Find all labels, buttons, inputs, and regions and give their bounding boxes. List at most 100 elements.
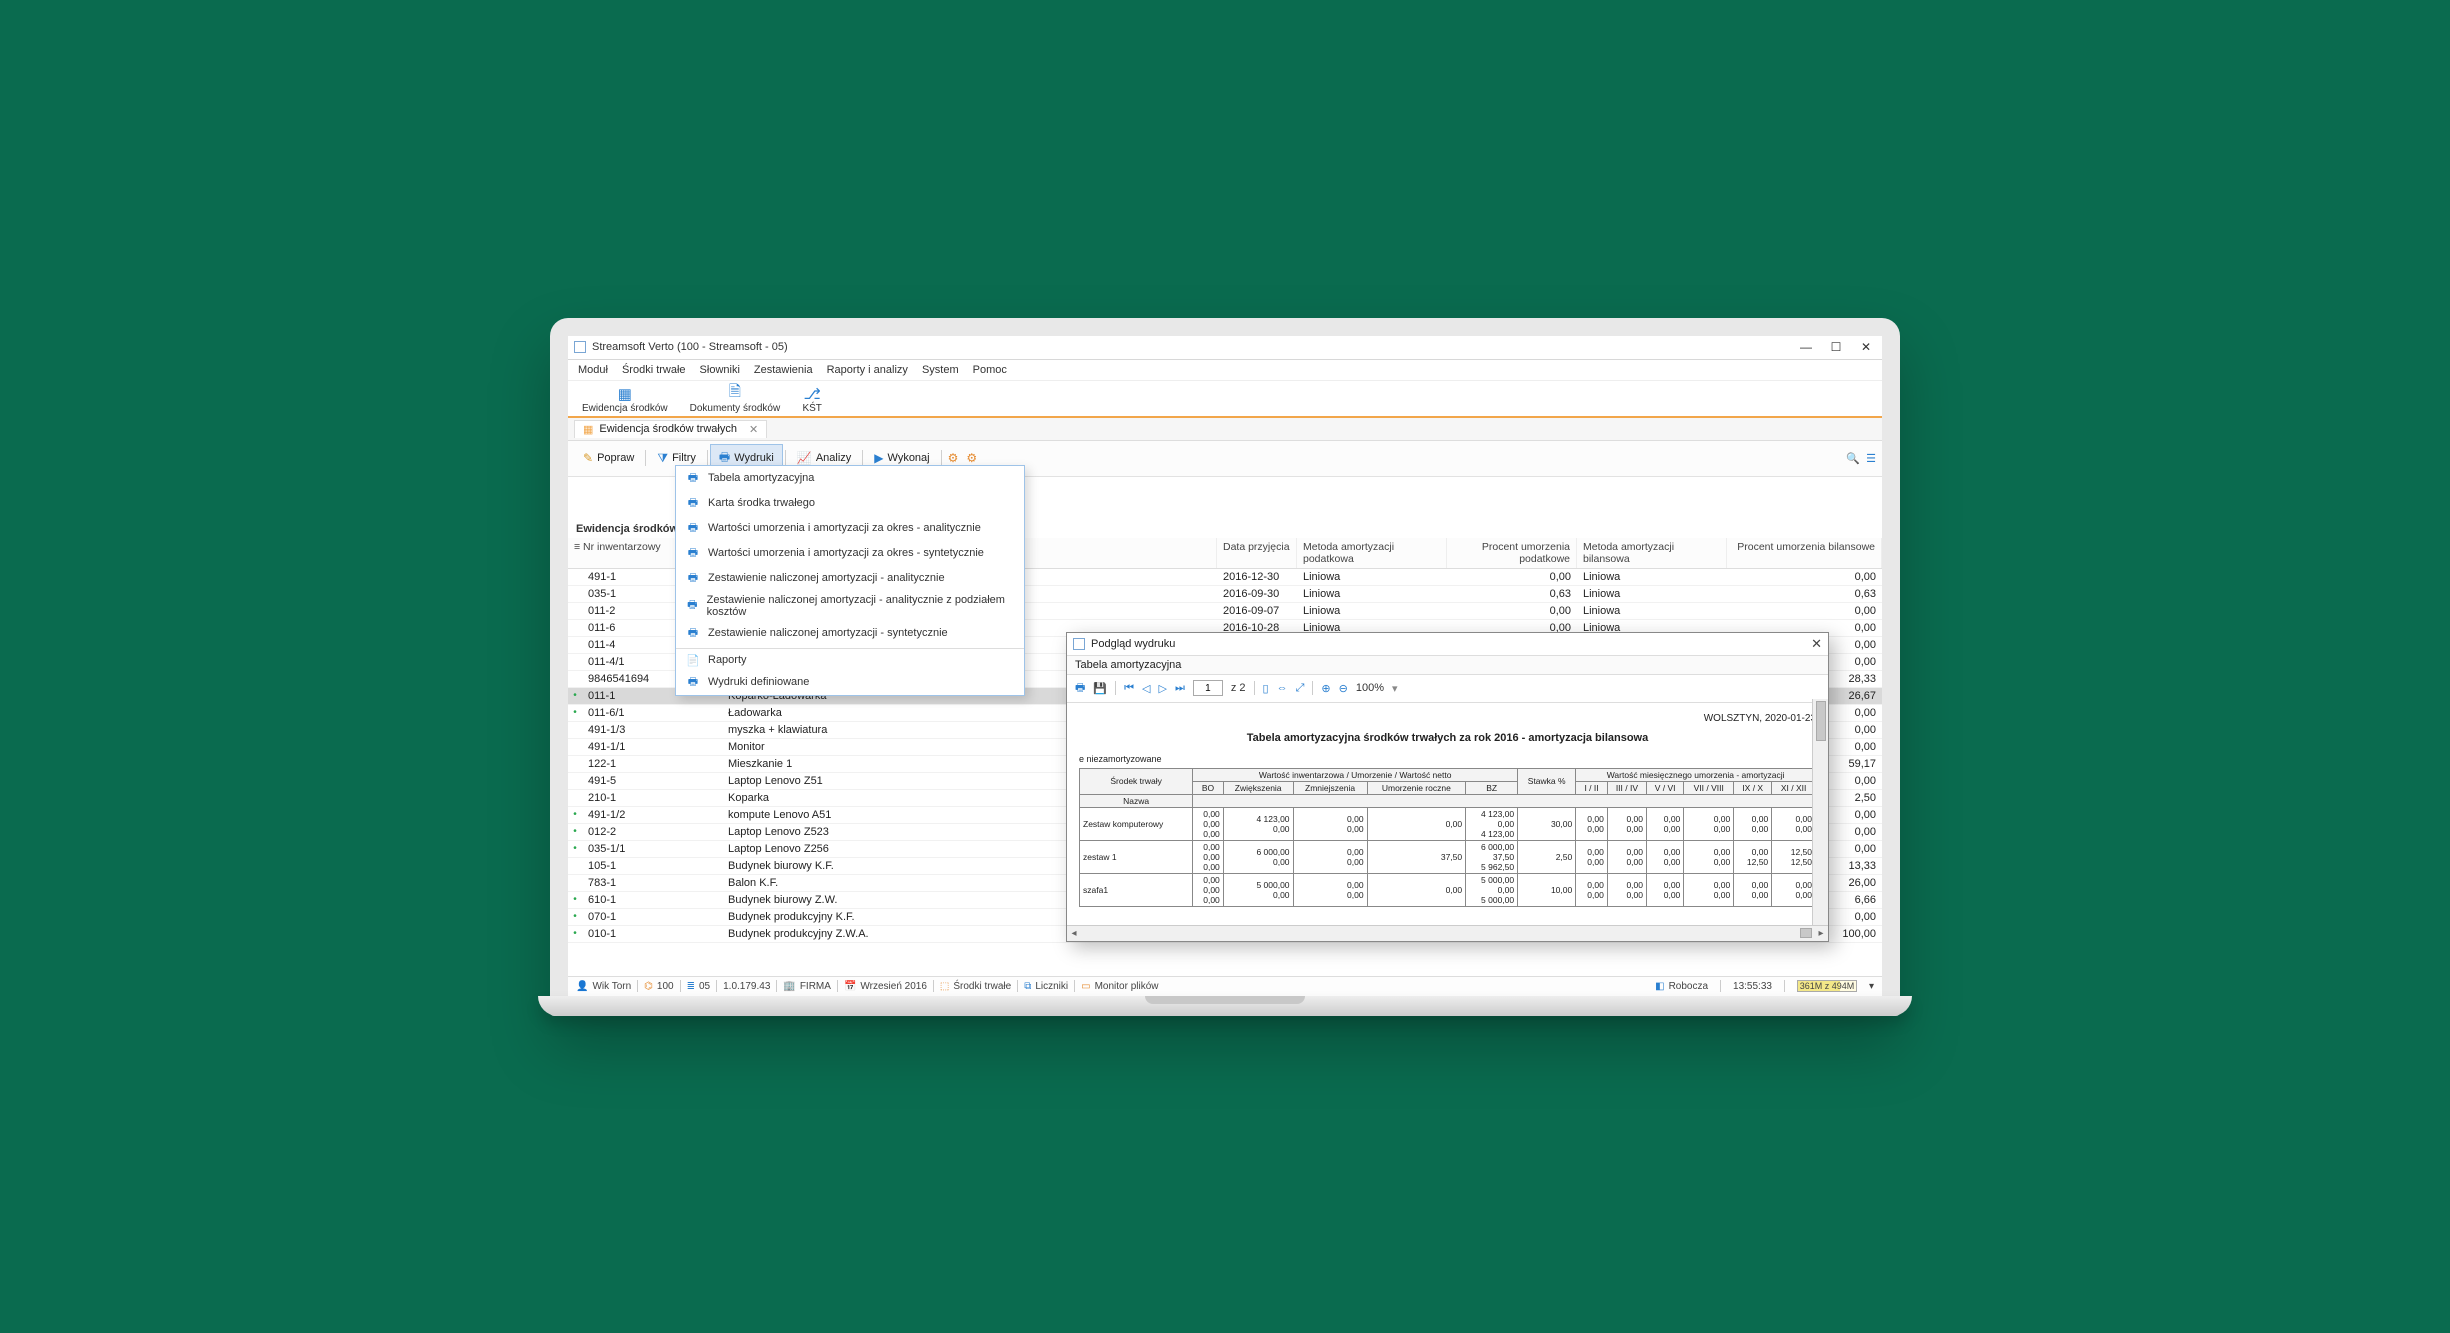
- ribbon-ewidencja[interactable]: ▦ Ewidencja środków: [576, 385, 674, 414]
- preview-title: Podgląd wydruku: [1091, 638, 1811, 650]
- menu-srodki[interactable]: Środki trwałe: [622, 364, 686, 376]
- zoom-chevron-icon[interactable]: ▾: [1392, 682, 1398, 695]
- printer-icon: 🖶: [686, 544, 700, 563]
- building-icon: 🏢: [783, 981, 795, 992]
- menubar[interactable]: Moduł Środki trwałe Słowniki Zestawienia…: [568, 360, 1882, 381]
- cell-inventory: 783-1: [582, 877, 722, 889]
- close-button[interactable]: ✕: [1860, 341, 1872, 353]
- menu-modul[interactable]: Moduł: [578, 364, 608, 376]
- col-perc-tax[interactable]: Procent umorzenia podatkowe: [1447, 538, 1577, 568]
- cell-date: 2016-12-30: [1217, 571, 1297, 583]
- tool-icon-a[interactable]: ⚙: [948, 451, 959, 465]
- col-method-tax[interactable]: Metoda amortyzacji podatkowa: [1297, 538, 1447, 568]
- first-page-icon[interactable]: ⏮: [1124, 682, 1134, 695]
- dd-zestawienie-analitycznie[interactable]: 🖶Zestawienie naliczonej amortyzacji - an…: [676, 566, 1024, 591]
- cell-method-bal: Liniowa: [1577, 605, 1727, 617]
- tab-close-icon[interactable]: ✕: [749, 423, 758, 436]
- preview-close-button[interactable]: ✕: [1811, 636, 1822, 652]
- mode-icon: ◧: [1655, 981, 1664, 992]
- search-icon[interactable]: 🔍: [1846, 452, 1860, 465]
- menu-slowniki[interactable]: Słowniki: [700, 364, 740, 376]
- printer-icon: 🖶: [686, 569, 700, 588]
- page-input[interactable]: [1193, 680, 1223, 696]
- funnel-icon: ⧩: [657, 451, 668, 466]
- last-page-icon[interactable]: ⏭: [1175, 682, 1185, 695]
- preview-page: WOLSZTYN, 2020-01-23 Tabela amortyzacyjn…: [1067, 703, 1828, 925]
- scroll-right-icon[interactable]: ▸: [1814, 928, 1828, 939]
- zoom-out-icon[interactable]: ⊖: [1339, 682, 1348, 695]
- collapse-icon[interactable]: ▾: [1869, 981, 1874, 992]
- dd-tabela-amortyzacyjna[interactable]: 🖶Tabela amortyzacyjna: [676, 466, 1024, 491]
- dd-zestawienie-analitycznie-podzial[interactable]: 🖶Zestawienie naliczonej amortyzacji - an…: [676, 591, 1024, 621]
- preview-vscroll[interactable]: [1812, 699, 1828, 925]
- counter-icon: ⧉: [1024, 981, 1031, 992]
- list-icon[interactable]: ☰: [1866, 452, 1876, 465]
- fit-width-icon[interactable]: ⇔: [1277, 682, 1288, 694]
- tab-ewidencja[interactable]: ▦ Ewidencja środków trwałych ✕: [574, 420, 767, 438]
- cell-inventory: 010-1: [582, 928, 722, 940]
- menu-raporty[interactable]: Raporty i analizy: [827, 364, 908, 376]
- dd-zestawienie-syntetycznie[interactable]: 🖶Zestawienie naliczonej amortyzacji - sy…: [676, 621, 1024, 646]
- cell-inventory: 610-1: [582, 894, 722, 906]
- laptop-base: [538, 996, 1912, 1016]
- ribbon-kst[interactable]: ⎇ KŚT: [796, 385, 828, 414]
- fit-page-icon[interactable]: ⤢: [1296, 682, 1305, 695]
- cell-perc-bal: 0,00: [1727, 571, 1882, 583]
- save-icon[interactable]: 💾: [1093, 682, 1107, 695]
- tool-icon-b[interactable]: ⚙: [966, 451, 977, 465]
- col-method-bal[interactable]: Metoda amortyzacji bilansowa: [1577, 538, 1727, 568]
- menu-pomoc[interactable]: Pomoc: [973, 364, 1007, 376]
- report-table: Środek trwały Wartość inwentarzowa / Umo…: [1079, 768, 1816, 907]
- tab-icon: ▦: [583, 423, 593, 436]
- popraw-button[interactable]: ✎ Popraw: [574, 447, 643, 469]
- cell-method-bal: Liniowa: [1577, 588, 1727, 600]
- prev-page-icon[interactable]: ◁: [1142, 682, 1150, 695]
- printer-icon: 🖶: [686, 469, 700, 488]
- dd-wartosci-syntetycznie[interactable]: 🖶Wartości umorzenia i amortyzacji za okr…: [676, 541, 1024, 566]
- maximize-button[interactable]: ☐: [1830, 341, 1842, 353]
- menu-system[interactable]: System: [922, 364, 959, 376]
- cell-method-tax: Liniowa: [1297, 605, 1447, 617]
- titlebar: Streamsoft Verto (100 - Streamsoft - 05)…: [568, 336, 1882, 360]
- next-page-icon[interactable]: ▷: [1158, 682, 1166, 695]
- cell-inventory: 491-1/2: [582, 809, 722, 821]
- cell-perc-tax: 0,63: [1447, 588, 1577, 600]
- dd-wydruki-definiowane[interactable]: 🖶Wydruki definiowane: [676, 670, 1024, 695]
- col-perc-bal[interactable]: Procent umorzenia bilansowe: [1727, 538, 1882, 568]
- tab-strip: ▦ Ewidencja środków trwałych ✕: [568, 418, 1882, 441]
- cell-inventory: 105-1: [582, 860, 722, 872]
- scroll-left-icon[interactable]: ◂: [1067, 928, 1081, 939]
- cell-date: 2016-09-07: [1217, 605, 1297, 617]
- document-icon: 🗎: [725, 385, 745, 403]
- dd-raporty[interactable]: 📄Raporty: [676, 651, 1024, 670]
- zoom-in-icon[interactable]: ⊕: [1321, 682, 1330, 695]
- sb-liczniki: ⧉Liczniki: [1024, 981, 1068, 992]
- cell-perc-tax: 0,00: [1447, 605, 1577, 617]
- cell-perc-bal: 0,63: [1727, 588, 1882, 600]
- memory-gauge: 361M z 494M: [1797, 980, 1857, 992]
- sb-num1: ⌬100: [644, 981, 673, 992]
- col-date[interactable]: Data przyjęcia: [1217, 538, 1297, 568]
- menu-zestawienia[interactable]: Zestawienia: [754, 364, 813, 376]
- user-icon: 👤: [576, 981, 588, 992]
- db-icon: ⌬: [644, 981, 653, 992]
- cell-date: 2016-09-30: [1217, 588, 1297, 600]
- dd-karta-srodka[interactable]: 🖶Karta środka trwałego: [676, 491, 1024, 516]
- minimize-button[interactable]: —: [1800, 341, 1812, 353]
- preview-hscroll[interactable]: ◂ ▸: [1067, 925, 1828, 941]
- row-marker: •: [568, 707, 582, 718]
- print-icon[interactable]: 🖶: [1075, 679, 1085, 698]
- cell-inventory: 491-1/1: [582, 741, 722, 753]
- row-marker: •: [568, 911, 582, 922]
- cell-inventory: 012-2: [582, 826, 722, 838]
- row-marker: •: [568, 928, 582, 939]
- dd-wartosci-analitycznie[interactable]: 🖶Wartości umorzenia i amortyzacji za okr…: [676, 516, 1024, 541]
- report-icon: 📄: [686, 654, 700, 667]
- single-page-icon[interactable]: ▯: [1263, 682, 1269, 695]
- preview-tab[interactable]: Tabela amortyzacyjna: [1067, 656, 1828, 675]
- cell-perc-tax: 0,00: [1447, 571, 1577, 583]
- ribbon-dokumenty[interactable]: 🗎 Dokumenty środków: [684, 385, 787, 414]
- app-screen: Streamsoft Verto (100 - Streamsoft - 05)…: [568, 336, 1882, 996]
- statusbar: 👤Wik Torn ⌬100 ≣05 1.0.179.43 🏢FIRMA 📅Wr…: [568, 976, 1882, 996]
- printer-icon: 🖶: [686, 673, 700, 692]
